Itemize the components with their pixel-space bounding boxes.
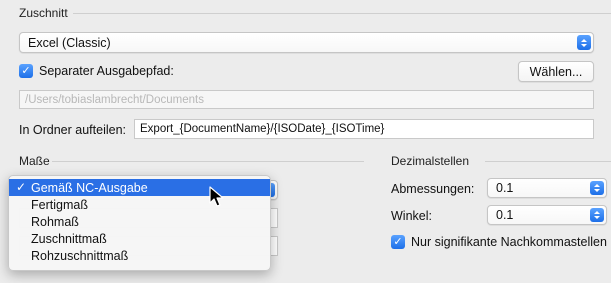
menu-item-label: Rohzuschnittmaß — [31, 248, 129, 263]
format-select-value: Excel (Classic) — [28, 35, 111, 50]
menu-item-label: Fertigmaß — [31, 197, 88, 212]
zuschnitt-separator — [73, 13, 611, 14]
checkmark-icon: ✓ — [393, 235, 403, 248]
nur-signifikante-checkbox-row[interactable]: ✓ Nur signifikante Nachkommastellen — [391, 235, 607, 249]
menu-item-fertigmass[interactable]: Fertigmaß — [9, 196, 270, 213]
in-ordner-aufteilen-label: In Ordner aufteilen: — [19, 123, 127, 137]
menu-item-label: Zuschnittmaß — [31, 231, 107, 246]
mouse-pointer-icon — [209, 186, 224, 207]
in-ordner-aufteilen-field[interactable]: Export_{DocumentName}/{ISODate}_{ISOTime… — [134, 119, 594, 139]
checkmark-icon: ✓ — [21, 64, 31, 77]
ausgabepfad-field-value: /Users/tobiaslambrecht/Documents — [25, 93, 204, 106]
menu-item-rohmass[interactable]: Rohmaß — [9, 213, 270, 230]
masse-separator — [52, 161, 364, 162]
in-ordner-aufteilen-value: Export_{DocumentName}/{ISODate}_{ISOTime… — [140, 123, 385, 135]
menu-item-label: Gemäß NC-Ausgabe — [31, 180, 148, 195]
dezimalstellen-separator — [485, 161, 611, 162]
dezimalstellen-section-label: Dezimalstellen — [391, 154, 470, 168]
format-select[interactable]: Excel (Classic) — [19, 32, 594, 53]
nur-signifikante-label: Nur signifikante Nachkommastellen — [411, 235, 607, 249]
abmessungen-value: 0.1 — [496, 181, 514, 195]
ausgabepfad-field[interactable]: /Users/tobiaslambrecht/Documents — [19, 90, 594, 109]
abmessungen-select[interactable]: 0.1 — [487, 178, 607, 198]
waehlen-button[interactable]: Wählen... — [518, 61, 594, 82]
menu-item-zuschnittmass[interactable]: Zuschnittmaß — [9, 230, 270, 247]
winkel-value: 0.1 — [496, 208, 514, 222]
menu-item-gemaess-nc-ausgabe[interactable]: ✓ Gemäß NC-Ausgabe — [9, 179, 270, 196]
zuschnitt-section-label: Zuschnitt — [19, 6, 68, 20]
winkel-label: Winkel: — [391, 209, 432, 223]
select-arrows-icon — [577, 35, 591, 50]
menu-item-rohzuschnittmass[interactable]: Rohzuschnittmaß — [9, 247, 270, 264]
menu-item-label: Rohmaß — [31, 214, 79, 229]
winkel-select[interactable]: 0.1 — [487, 205, 607, 225]
separater-ausgabepfad-checkbox-row[interactable]: ✓ Separater Ausgabepfad: — [19, 64, 174, 78]
separater-ausgabepfad-checkbox[interactable]: ✓ — [19, 64, 33, 78]
masse-section-label: Maße — [19, 154, 50, 168]
checkmark-icon: ✓ — [16, 180, 27, 194]
select-arrows-icon — [590, 181, 604, 195]
select-arrows-icon — [590, 208, 604, 222]
separater-ausgabepfad-label: Separater Ausgabepfad: — [39, 64, 174, 78]
nur-signifikante-checkbox[interactable]: ✓ — [391, 235, 405, 249]
masse-dropdown-menu: ✓ Gemäß NC-Ausgabe Fertigmaß Rohmaß Zusc… — [8, 175, 271, 271]
abmessungen-label: Abmessungen: — [391, 182, 475, 196]
